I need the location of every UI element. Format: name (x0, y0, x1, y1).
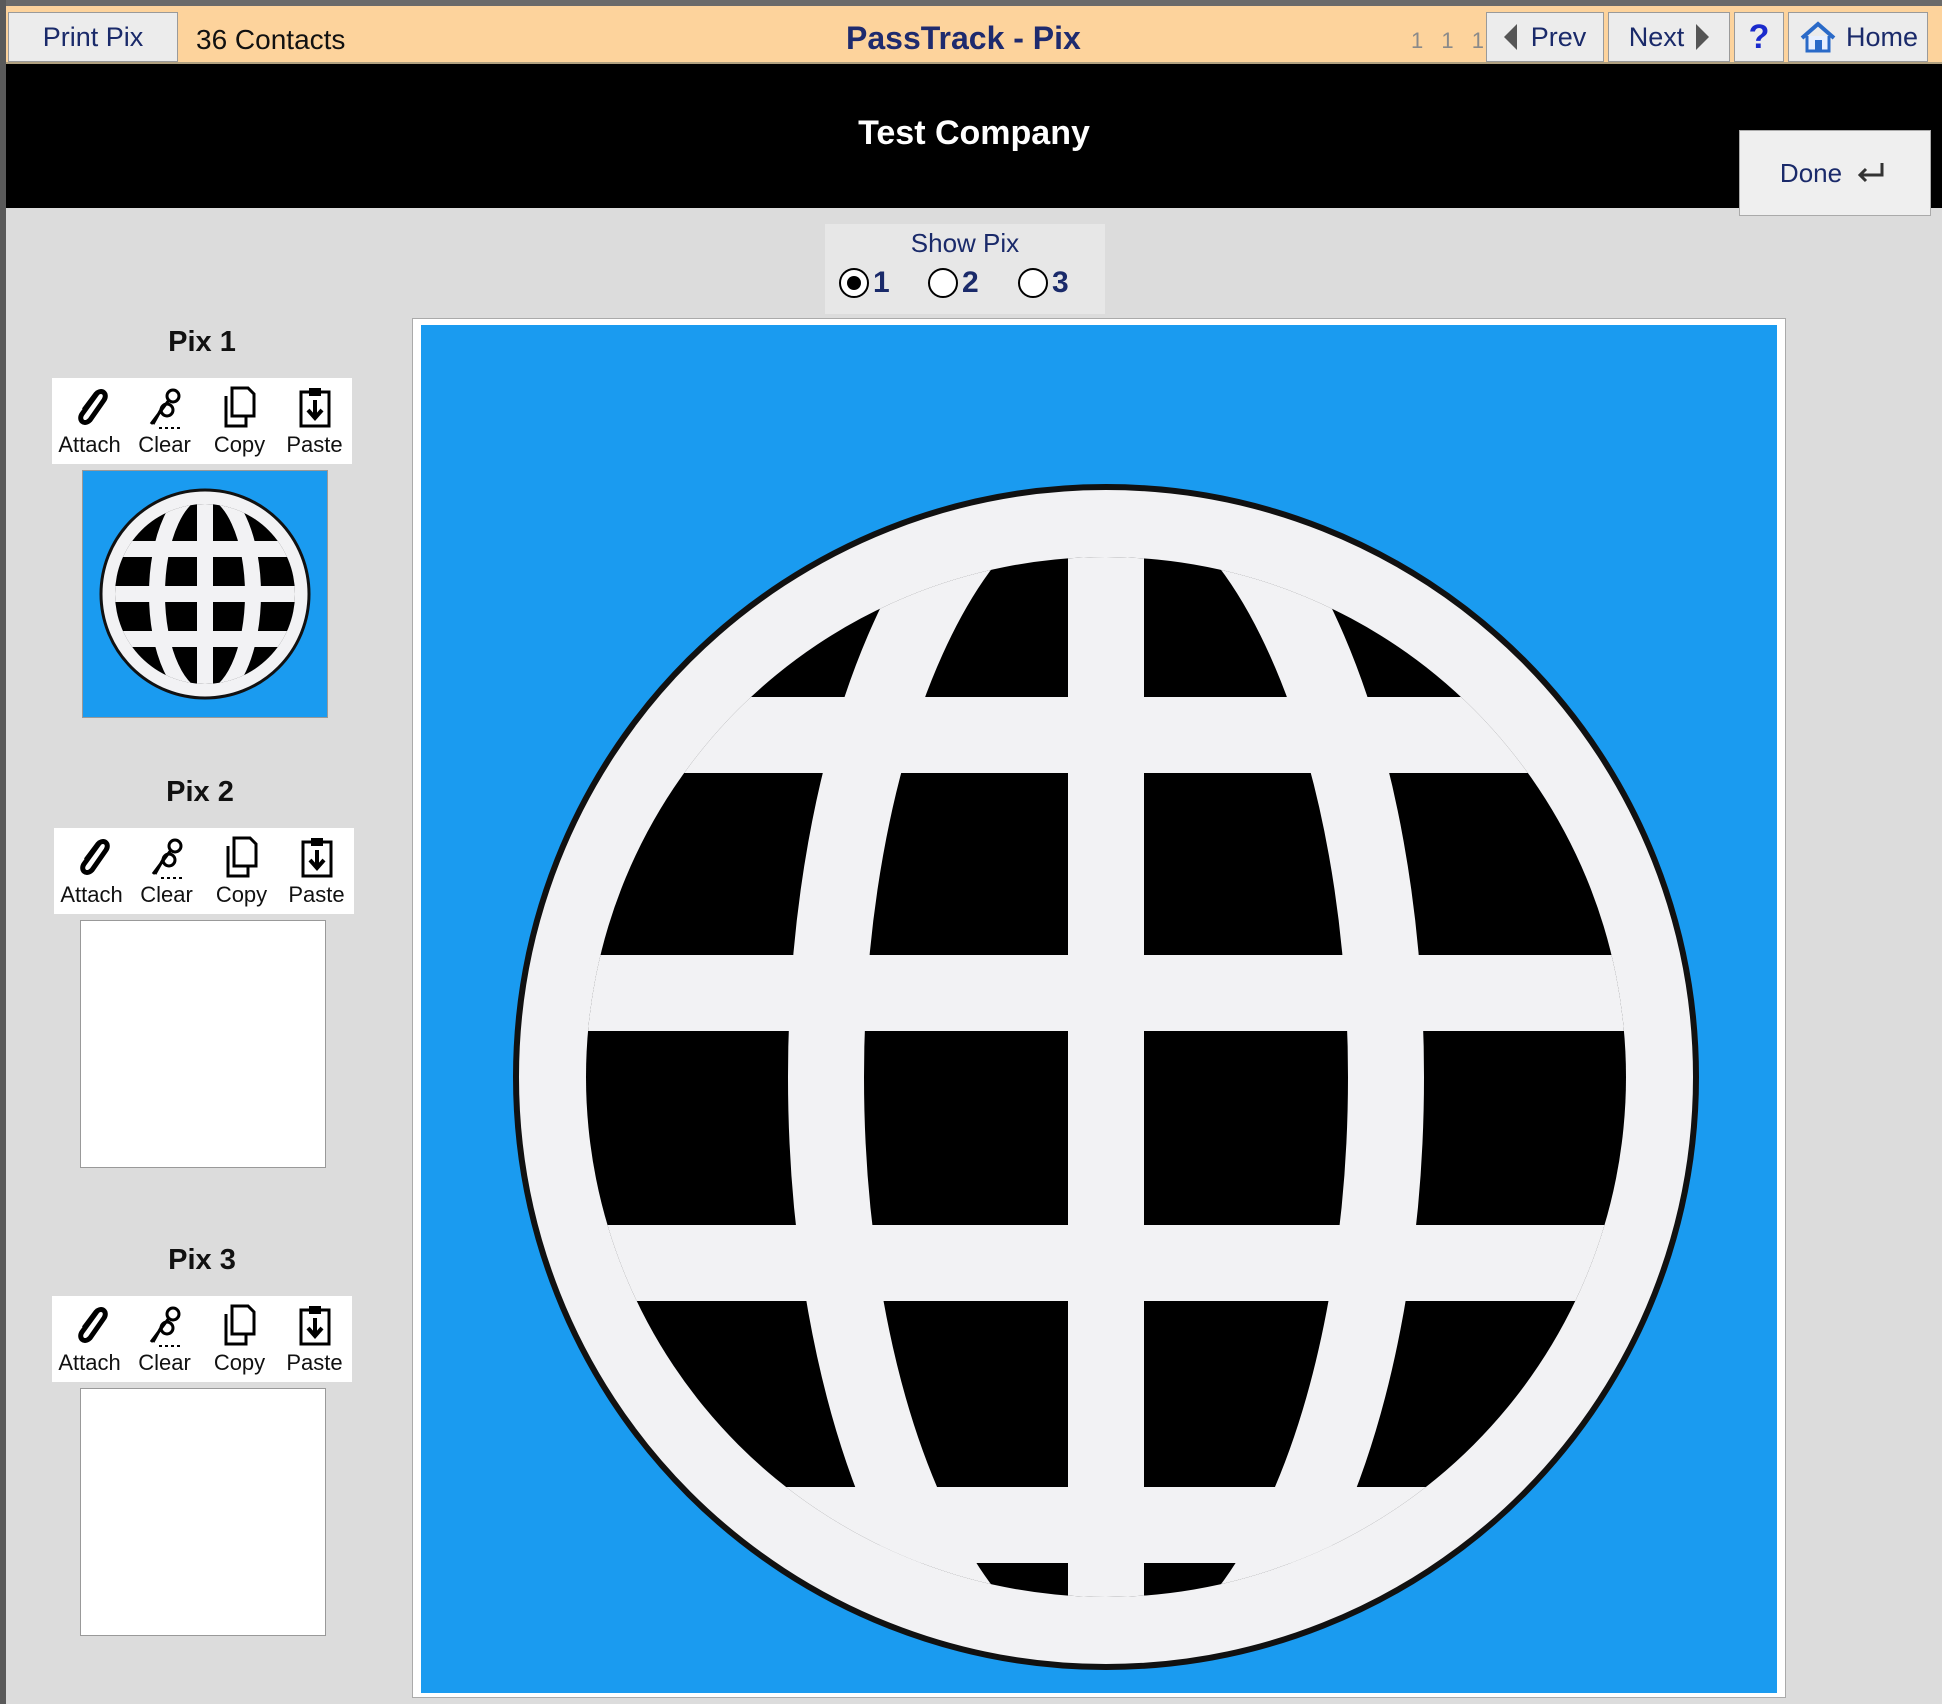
paste-clipboard-icon (299, 388, 331, 428)
company-name: Test Company (858, 114, 1090, 152)
pix-2-toolbar: Attach Clear Copy Paste (54, 828, 354, 914)
pix-3-attach-button[interactable]: Attach (52, 1296, 127, 1382)
paste-label: Paste (286, 432, 343, 457)
copy-label: Copy (213, 1350, 266, 1375)
show-pix-group: Show Pix 1 2 3 (825, 224, 1105, 314)
copy-icon (226, 836, 258, 878)
paste-label: Paste (286, 1350, 343, 1375)
return-arrow-icon (1857, 163, 1884, 183)
window-frame-left (0, 0, 6, 1704)
pix-3-toolbar: Attach Clear Copy Paste (52, 1296, 352, 1382)
done-label: Done (1779, 157, 1843, 188)
triangle-left-icon (1503, 24, 1517, 50)
next-label: Next (1628, 21, 1685, 52)
paperclip-icon (80, 839, 110, 875)
paste-clipboard-icon (299, 1306, 331, 1346)
pix-2-paste-button[interactable]: Paste (279, 828, 354, 914)
radio-selected-icon (839, 268, 869, 298)
pix-2-attach-button[interactable]: Attach (54, 828, 129, 914)
clear-label: Clear (138, 432, 191, 457)
paperclip-icon (78, 389, 108, 425)
copy-icon (224, 386, 256, 428)
paste-clipboard-icon (301, 838, 333, 878)
attach-label: Attach (60, 882, 123, 907)
pix-2-copy-button[interactable]: Copy (204, 828, 279, 914)
copy-label: Copy (215, 882, 268, 907)
globe-icon (99, 488, 311, 700)
print-pix-button[interactable]: Print Pix (8, 12, 178, 62)
next-button[interactable]: Next (1608, 12, 1730, 62)
prev-button[interactable]: Prev (1486, 12, 1604, 62)
header-bar: Test Company Done (6, 64, 1942, 216)
copy-icon (224, 1304, 256, 1346)
home-label: Home (1845, 21, 1919, 52)
pix-3-title: Pix 3 (168, 1244, 236, 1276)
pix-2-thumbnail[interactable] (80, 920, 326, 1168)
pix-2-clear-button[interactable]: Clear (129, 828, 204, 914)
clear-label: Clear (138, 1350, 191, 1375)
radio-unselected-icon (928, 268, 958, 298)
pix-3-clear-button[interactable]: Clear (127, 1296, 202, 1382)
attach-label: Attach (58, 432, 121, 457)
home-button[interactable]: Home (1788, 12, 1928, 62)
pix-3-thumbnail[interactable] (80, 1388, 326, 1636)
house-icon (1800, 21, 1836, 53)
prev-label: Prev (1530, 21, 1587, 52)
record-position: 1 1 1 (1411, 28, 1490, 53)
pix-1-clear-button[interactable]: Clear (127, 378, 202, 464)
radio-label-3: 3 (1052, 266, 1069, 299)
help-label: ? (1748, 17, 1770, 56)
top-toolbar: Print Pix 36 Contacts PassTrack - Pix 1 … (6, 6, 1942, 64)
paste-label: Paste (288, 882, 345, 907)
triangle-right-icon (1696, 24, 1710, 50)
pix-1-copy-button[interactable]: Copy (202, 378, 277, 464)
pix-1-thumbnail[interactable] (82, 470, 328, 718)
app-title: PassTrack - Pix (846, 20, 1081, 56)
copy-label: Copy (213, 432, 266, 457)
pix-1-toolbar: Attach Clear Copy Paste (52, 378, 352, 464)
pix-2-title: Pix 2 (166, 776, 234, 808)
globe-icon (513, 484, 1699, 1670)
done-button[interactable]: Done (1739, 130, 1931, 216)
pix-1-paste-button[interactable]: Paste (277, 378, 352, 464)
pix-1-title: Pix 1 (168, 326, 236, 358)
attach-label: Attach (58, 1350, 121, 1375)
show-pix-radio-3[interactable]: 3 (1018, 266, 1069, 300)
main-picture (421, 325, 1777, 1693)
scissors-icon (149, 1306, 181, 1347)
clear-label: Clear (140, 882, 193, 907)
radio-unselected-icon (1018, 268, 1048, 298)
print-pix-label: Print Pix (42, 21, 144, 52)
pix-3-copy-button[interactable]: Copy (202, 1296, 277, 1382)
main-picture-frame[interactable] (412, 318, 1786, 1698)
contacts-count: 36 Contacts (196, 24, 346, 55)
radio-label-2: 2 (962, 266, 979, 299)
paperclip-icon (78, 1307, 108, 1343)
radio-label-1: 1 (873, 266, 890, 299)
scissors-icon (151, 838, 183, 879)
pix-1-attach-button[interactable]: Attach (52, 378, 127, 464)
show-pix-label: Show Pix (910, 228, 1020, 258)
help-button[interactable]: ? (1734, 12, 1784, 62)
show-pix-radio-1[interactable]: 1 (839, 266, 890, 300)
show-pix-radio-2[interactable]: 2 (928, 266, 979, 300)
scissors-icon (149, 388, 181, 429)
pix-3-paste-button[interactable]: Paste (277, 1296, 352, 1382)
